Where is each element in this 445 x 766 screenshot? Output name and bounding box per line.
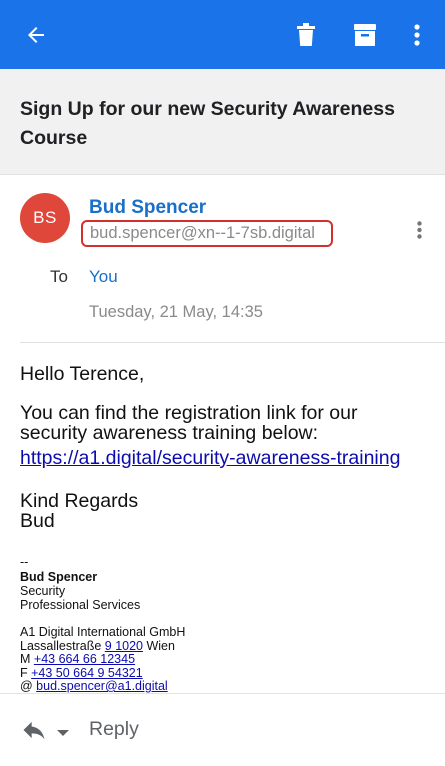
address-link[interactable]: 9 1020 bbox=[105, 639, 143, 653]
signature-address: Lassallestraße 9 1020 Wien bbox=[20, 639, 175, 653]
mobile-prefix: M bbox=[20, 652, 34, 666]
reply-bar: Reply bbox=[0, 693, 445, 766]
recipient-label: To bbox=[50, 267, 68, 286]
reply-dropdown-icon[interactable] bbox=[56, 724, 72, 736]
reply-icon[interactable] bbox=[20, 716, 48, 744]
more-vert-icon[interactable] bbox=[402, 0, 432, 69]
email-date: Tuesday, 21 May, 14:35 bbox=[89, 303, 263, 321]
sender-name[interactable]: Bud Spencer bbox=[89, 197, 206, 219]
recipient-value[interactable]: You bbox=[89, 267, 118, 287]
regards-text: Kind Regards bbox=[20, 490, 139, 512]
body-line-2: security awareness training below: bbox=[20, 422, 319, 444]
message-more-icon[interactable] bbox=[411, 218, 427, 242]
signature-name-text: Bud Spencer bbox=[20, 570, 98, 584]
address-city: Wien bbox=[143, 639, 175, 653]
email-subject: Sign Up for our new Security Awareness C… bbox=[20, 98, 395, 149]
mobile-link[interactable]: +43 664 66 12345 bbox=[34, 652, 135, 666]
signature-separator: -- bbox=[20, 555, 29, 569]
back-arrow-icon[interactable] bbox=[14, 0, 58, 69]
trash-icon[interactable] bbox=[288, 0, 324, 69]
signature-company: A1 Digital International GmbH bbox=[20, 625, 186, 639]
signature-name: Bud Spencer bbox=[20, 570, 97, 584]
signature-department: Security bbox=[20, 584, 66, 598]
divider bbox=[20, 342, 445, 343]
signoff-text: Bud bbox=[20, 510, 55, 532]
sender-avatar[interactable]: BS bbox=[20, 193, 70, 243]
body-line-1: You can find the registration link for o… bbox=[20, 402, 358, 424]
registration-link[interactable]: https://a1.digital/security-awareness-tr… bbox=[20, 448, 400, 468]
greeting: Hello Terence, bbox=[20, 363, 145, 385]
address-street: Lassallestraße bbox=[20, 639, 105, 653]
sender-email[interactable]: bud.spencer@xn--1-7sb.digital bbox=[81, 220, 333, 247]
subject-header: Sign Up for our new Security Awareness C… bbox=[0, 69, 445, 175]
signature-email: @ bud.spencer@a1.digital bbox=[20, 679, 168, 693]
fax-link[interactable]: +43 50 664 9 54321 bbox=[31, 666, 143, 680]
signature-email-link[interactable]: bud.spencer@a1.digital bbox=[36, 679, 168, 693]
signature-team: Professional Services bbox=[20, 598, 141, 612]
signature-fax: F +43 50 664 9 54321 bbox=[20, 666, 143, 680]
email-prefix: @ bbox=[20, 679, 37, 693]
reply-button[interactable]: Reply bbox=[89, 718, 139, 741]
archive-icon[interactable] bbox=[346, 0, 384, 69]
app-bar bbox=[0, 0, 445, 69]
signature-mobile: M +43 664 66 12345 bbox=[20, 652, 135, 666]
fax-prefix: F bbox=[20, 666, 32, 680]
